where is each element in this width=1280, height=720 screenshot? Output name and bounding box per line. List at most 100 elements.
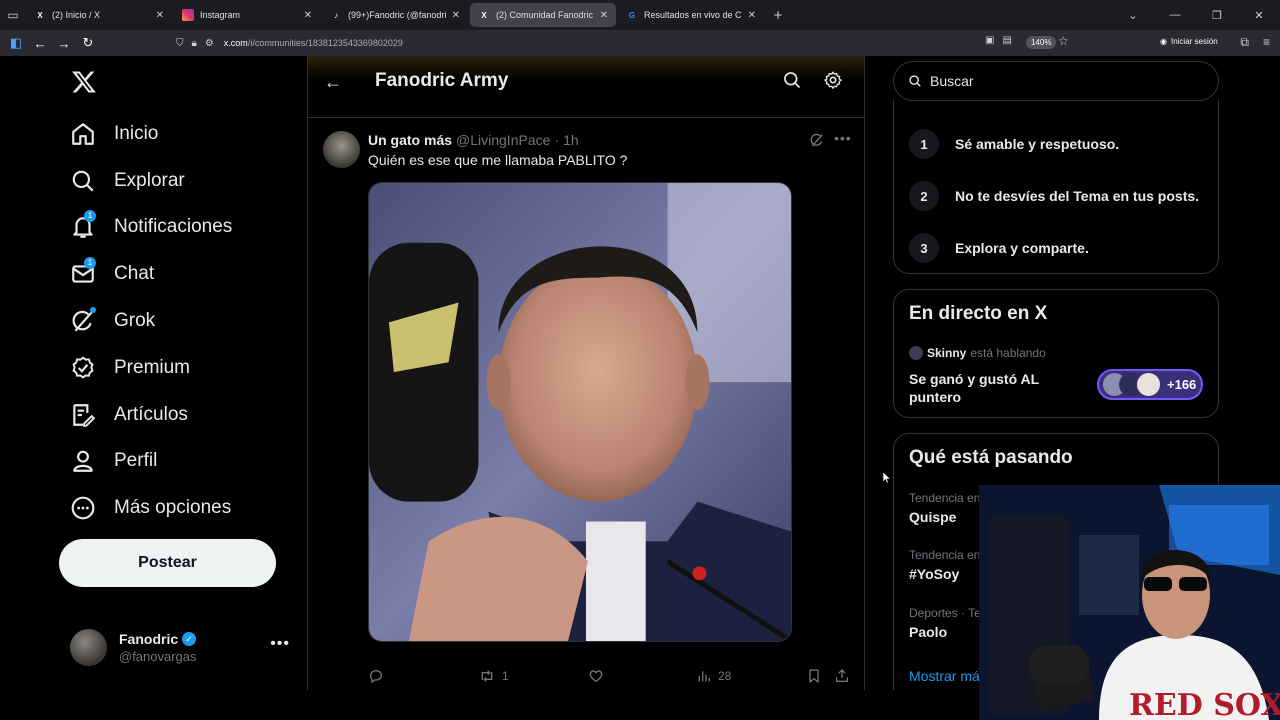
like-button[interactable] — [588, 668, 604, 684]
article-icon — [73, 404, 96, 427]
signin-button[interactable]: ◉ Iniciar sesión — [1160, 37, 1218, 46]
rule-number: 3 — [909, 233, 939, 263]
tweet-author-name[interactable]: Un gato más — [368, 132, 452, 148]
rule-number: 2 — [909, 181, 939, 211]
search-input[interactable]: Buscar — [893, 61, 1219, 101]
tweet-timestamp[interactable]: 1h — [563, 132, 579, 148]
reply-button[interactable] — [368, 668, 384, 684]
browser-tab-inicio[interactable]: X (2) Inicio / X ✕ — [26, 3, 172, 27]
more-circle-icon — [71, 496, 95, 520]
screenshot-icon[interactable]: ▣ — [985, 35, 994, 46]
url-bar[interactable]: ⛉ 🔒︎ ⚙ x.com/i/communities/1838123543369… — [176, 33, 1080, 53]
tweet-more-icon[interactable]: ••• — [834, 130, 852, 146]
sidebar-item-articulos[interactable]: Artículos — [70, 395, 188, 435]
search-icon — [72, 170, 94, 192]
retweet-button[interactable]: 1 — [478, 668, 509, 684]
trend-item[interactable]: Deportes · Te Paolo — [909, 606, 981, 640]
sidebar-item-chat[interactable]: 1 Chat — [70, 254, 154, 294]
sidebar-item-premium[interactable]: Premium — [70, 348, 190, 388]
close-tab-icon[interactable]: ✕ — [156, 10, 164, 21]
live-host[interactable]: Skinny está hablando — [909, 346, 1046, 360]
close-tab-icon[interactable]: ✕ — [600, 10, 608, 21]
x-logo-icon[interactable] — [71, 68, 97, 96]
tweet-author-avatar[interactable] — [323, 131, 360, 168]
restore-icon[interactable]: ❐ — [1196, 9, 1238, 22]
chat-badge: 1 — [84, 257, 96, 269]
menu-icon[interactable]: ≡ — [1263, 35, 1270, 50]
host-avatar — [909, 346, 923, 360]
tab-list-icon[interactable]: ▭ — [0, 0, 26, 30]
close-tab-icon[interactable]: ✕ — [748, 10, 756, 21]
account-icon: ◉ — [1160, 37, 1167, 46]
retweet-count: 1 — [502, 669, 509, 683]
close-tab-icon[interactable]: ✕ — [304, 10, 312, 21]
show-more-link[interactable]: Mostrar má — [909, 668, 980, 684]
minimize-icon[interactable]: — — [1154, 9, 1196, 21]
webcam-overlay: RED SOX — [979, 485, 1280, 720]
bookmark-icon — [809, 669, 819, 683]
trend-item[interactable]: Tendencia en Quispe — [909, 491, 980, 525]
tweet-author-handle[interactable]: @LivingInPace — [456, 132, 550, 148]
community-title: Fanodric Army — [375, 70, 509, 91]
sidebar-item-inicio[interactable]: Inicio — [70, 114, 158, 154]
avatar — [70, 628, 107, 666]
live-card: En directo en X Skinny está hablando Se … — [893, 289, 1219, 418]
tweet-media-image[interactable] — [368, 182, 792, 642]
share-button[interactable] — [834, 668, 850, 684]
extensions-icon[interactable]: ⧉ — [1240, 35, 1249, 50]
reload-icon[interactable]: ↻ — [76, 35, 100, 51]
live-topic[interactable]: Se ganó y gustó AL puntero — [909, 370, 1069, 406]
new-tab-button[interactable]: + — [766, 7, 790, 24]
post-button[interactable]: Postear — [59, 539, 276, 587]
live-card-title: En directo en X — [909, 303, 1048, 324]
heart-icon — [589, 670, 603, 683]
close-window-icon[interactable]: ✕ — [1238, 9, 1280, 22]
reader-view-icon[interactable]: ▤ — [1002, 35, 1011, 46]
browser-tab-comunidad[interactable]: X (2) Comunidad Fanodric Army / X ✕ — [470, 3, 616, 27]
bookmark-button[interactable] — [806, 668, 822, 684]
gear-icon[interactable] — [823, 70, 843, 90]
browser-tab-instagram[interactable]: Instagram ✕ — [174, 3, 320, 27]
browser-menu-area: ⧉ ≡ — [1240, 35, 1270, 50]
community-header: ← Fanodric Army — [308, 56, 864, 118]
sidebar-toggle-icon[interactable]: ◧ — [4, 35, 28, 51]
trend-item[interactable]: Tendencia en #YoSoy — [909, 548, 980, 582]
grok-icon[interactable] — [809, 132, 825, 148]
lock-icon[interactable]: 🔒︎ — [192, 38, 197, 49]
tab-overflow-icon[interactable]: ⌄ — [1112, 9, 1154, 22]
more-icon[interactable]: ••• — [270, 635, 290, 653]
google-favicon-icon: G — [628, 10, 636, 20]
bookmark-star-icon[interactable]: ☆ — [1058, 34, 1069, 48]
account-switcher[interactable]: Fanodric ✓ @fanovargas ••• — [70, 625, 290, 669]
rule-text: Sé amable y respetuoso. — [955, 136, 1120, 152]
forward-icon[interactable]: → — [52, 36, 76, 51]
views-chart-icon — [698, 671, 710, 682]
close-tab-icon[interactable]: ✕ — [452, 10, 460, 21]
rule-item[interactable]: 2 No te desvíes del Tema en tus posts. — [909, 181, 1199, 211]
back-arrow-icon[interactable]: ← — [324, 72, 342, 93]
search-icon[interactable] — [782, 70, 802, 90]
browser-tab-tiktok[interactable]: ♪ (99+)Fanodric (@fanodric) | TikT ✕ — [322, 3, 468, 27]
browser-tab-champions[interactable]: G Resultados en vivo de Champio ✕ — [618, 3, 764, 27]
sidebar-item-mas-opciones[interactable]: Más opciones — [70, 488, 231, 528]
rule-item[interactable]: 3 Explora y comparte. — [909, 233, 1089, 263]
zoom-level-button[interactable]: 140% — [1026, 36, 1057, 49]
mouse-cursor-icon — [883, 472, 891, 484]
sidebar-item-explorar[interactable]: Explorar — [70, 161, 185, 201]
community-timeline: ← Fanodric Army Un gato más @LivingInPac… — [307, 56, 865, 690]
host-status: está hablando — [970, 346, 1046, 360]
back-icon[interactable]: ← — [28, 36, 52, 51]
live-listeners-pill[interactable]: +166 — [1097, 369, 1203, 400]
views-button[interactable]: 28 — [696, 668, 731, 684]
share-icon — [836, 669, 848, 682]
sidebar-item-perfil[interactable]: Perfil — [70, 441, 157, 481]
home-icon — [72, 123, 94, 145]
search-placeholder: Buscar — [930, 73, 974, 89]
rule-item[interactable]: 1 Sé amable y respetuoso. — [909, 129, 1119, 159]
permissions-icon[interactable]: ⚙ — [205, 38, 214, 49]
trends-card-title: Qué está pasando — [909, 447, 1073, 468]
sidebar-item-grok[interactable]: Grok — [70, 301, 155, 341]
shield-icon[interactable]: ⛉ — [176, 38, 184, 49]
tiktok-favicon-icon: ♪ — [334, 10, 338, 20]
sidebar-item-notificaciones[interactable]: 1 Notificaciones — [70, 207, 232, 247]
